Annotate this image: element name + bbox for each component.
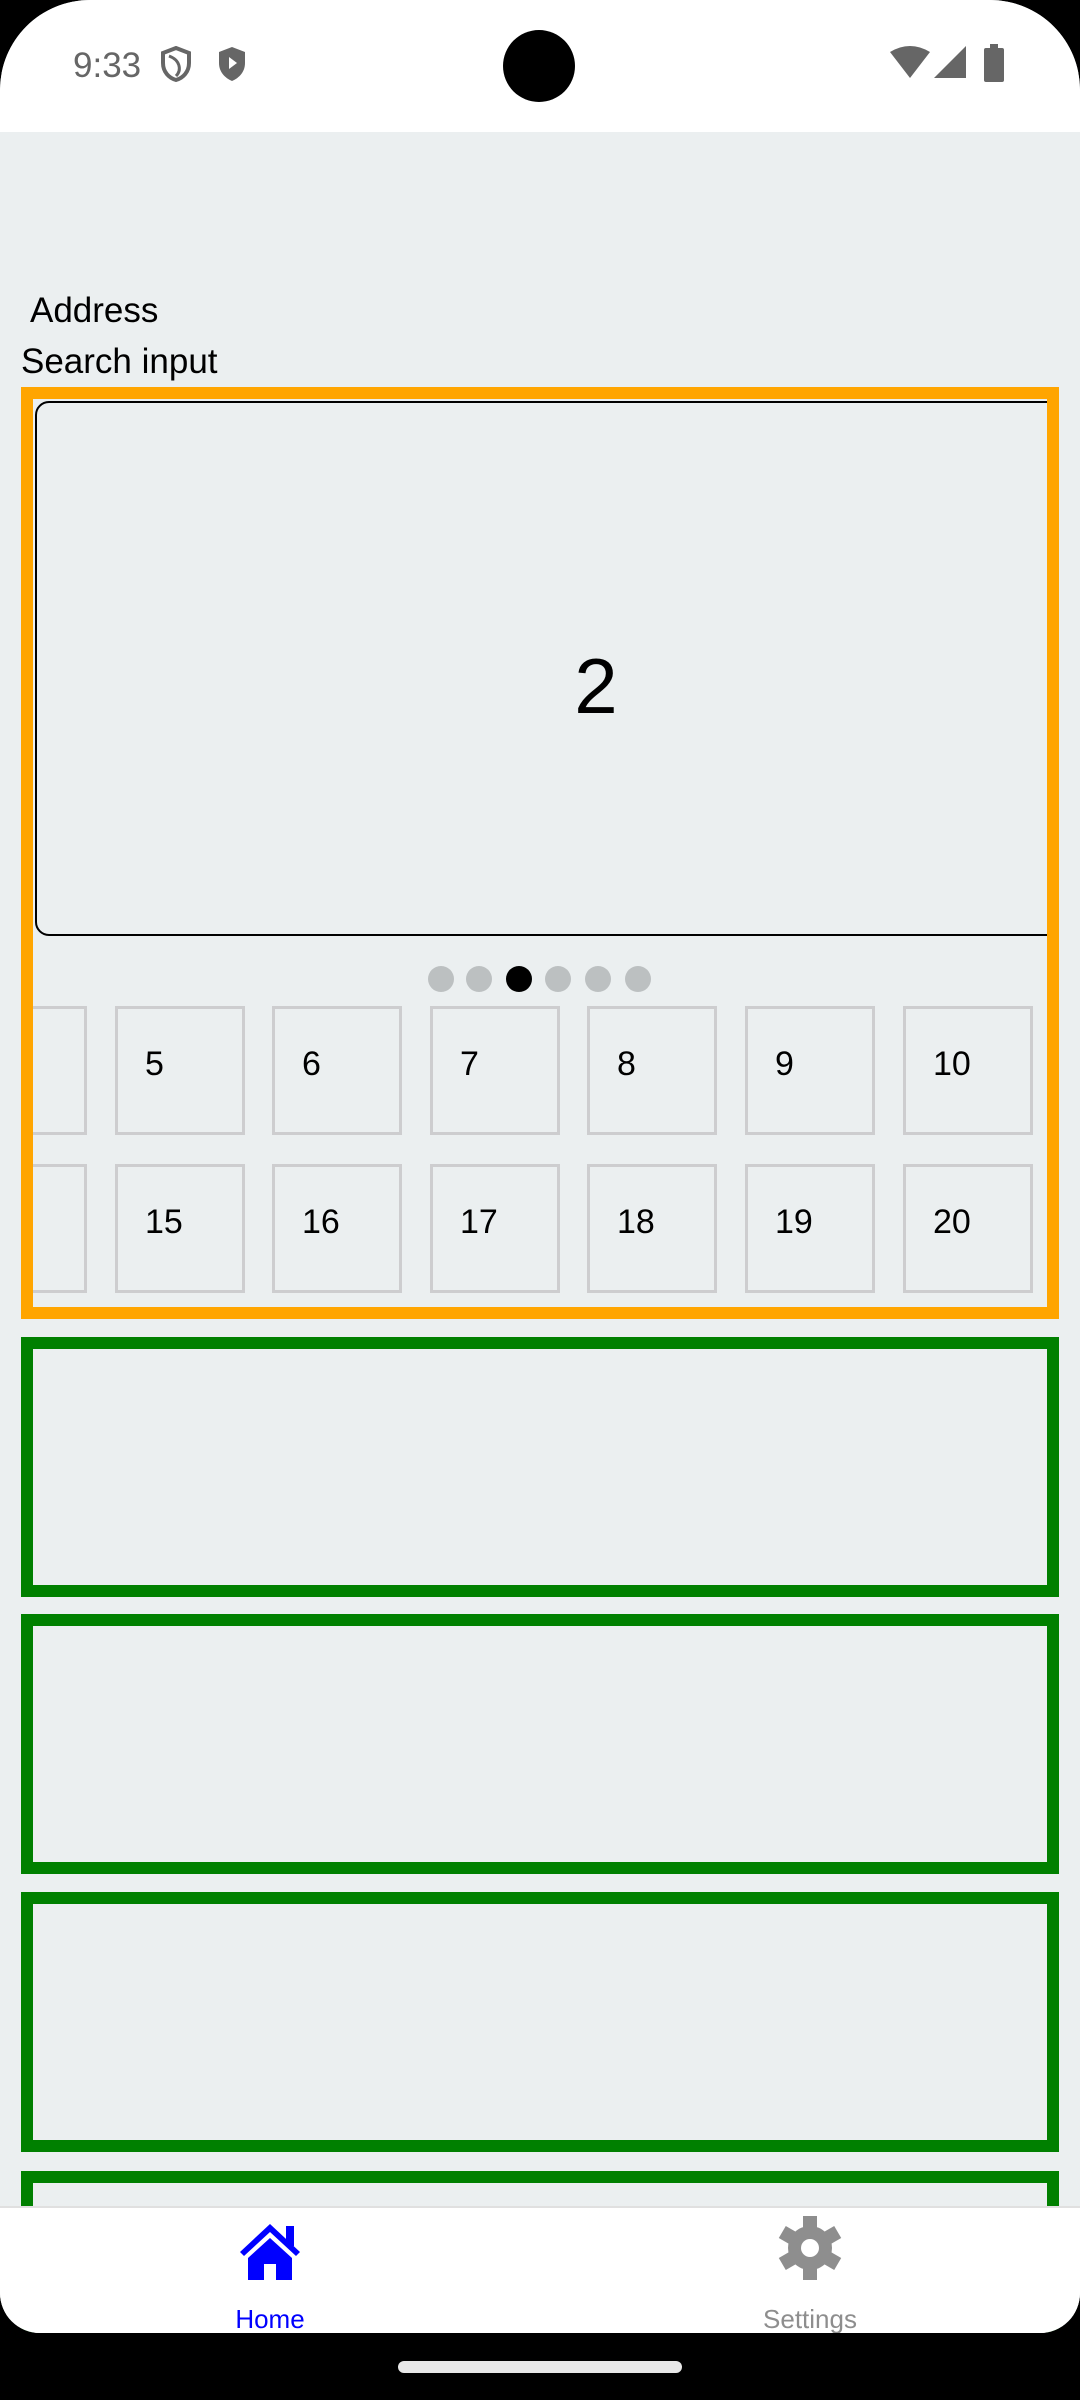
grid-cell[interactable]: 9 bbox=[745, 1006, 875, 1135]
grid-cell-label: 15 bbox=[145, 1203, 183, 1241]
signal-icon bbox=[934, 46, 966, 78]
search-input-label: Search input bbox=[21, 342, 218, 381]
nav-item-settings[interactable]: Settings bbox=[540, 2208, 1080, 2333]
grid-cell[interactable]: 16 bbox=[272, 1164, 402, 1293]
wifi-icon bbox=[890, 46, 930, 78]
carousel-page-number: 2 bbox=[574, 642, 618, 730]
nav-label-home: Home bbox=[235, 2304, 305, 2333]
app-screen: 9:33 Address Search input 2 5 6 7 8 9 10… bbox=[0, 0, 1080, 2333]
grid-cell-label: 16 bbox=[302, 1203, 340, 1241]
address-label: Address bbox=[30, 291, 159, 330]
grid-cell-partial[interactable] bbox=[33, 1164, 87, 1293]
grid-cell-label: 5 bbox=[145, 1045, 164, 1083]
gesture-handle[interactable] bbox=[398, 2361, 682, 2373]
carousel-dot-6[interactable] bbox=[625, 966, 651, 992]
list-item-box[interactable] bbox=[21, 1892, 1059, 2152]
carousel-dot-2[interactable] bbox=[466, 966, 492, 992]
carousel-card[interactable]: 2 bbox=[35, 401, 1047, 936]
status-time: 9:33 bbox=[73, 46, 142, 85]
nav-label-settings: Settings bbox=[763, 2304, 857, 2333]
play-protect-icon bbox=[219, 47, 245, 81]
gear-icon bbox=[778, 2216, 842, 2280]
grid-cell-label: 10 bbox=[933, 1045, 971, 1083]
grid-cell-label: 17 bbox=[460, 1203, 498, 1241]
carousel-dot-3-active[interactable] bbox=[506, 966, 532, 992]
status-bar: 9:33 bbox=[0, 0, 1080, 132]
grid-cell[interactable]: 17 bbox=[430, 1164, 560, 1293]
camera-cutout bbox=[503, 30, 575, 102]
grid-cell-partial[interactable] bbox=[33, 1006, 87, 1135]
grid-cell-label: 18 bbox=[617, 1203, 655, 1241]
nav-item-home[interactable]: Home bbox=[0, 2208, 540, 2333]
grid-cell[interactable]: 6 bbox=[272, 1006, 402, 1135]
list-item-box[interactable] bbox=[21, 1337, 1059, 1597]
grid-cell[interactable]: 15 bbox=[115, 1164, 245, 1293]
list-item-box[interactable] bbox=[21, 1614, 1059, 1874]
grid-cell[interactable]: 20 bbox=[903, 1164, 1033, 1293]
grid-cell-label: 7 bbox=[460, 1045, 479, 1083]
grid-cell-label: 20 bbox=[933, 1203, 971, 1241]
grid-cell[interactable]: 8 bbox=[587, 1006, 717, 1135]
grid-cell-label: 6 bbox=[302, 1045, 321, 1083]
carousel-dot-4[interactable] bbox=[545, 966, 571, 992]
battery-icon bbox=[984, 44, 1004, 82]
grid-cell[interactable]: 19 bbox=[745, 1164, 875, 1293]
vpn-shield-icon bbox=[161, 46, 191, 82]
carousel-dot-1[interactable] bbox=[428, 966, 454, 992]
home-icon bbox=[240, 2224, 300, 2280]
bottom-navigation: Home Settings bbox=[0, 2206, 1080, 2333]
search-section-content: 2 5 6 7 8 9 10 15 16 17 18 19 20 bbox=[33, 399, 1047, 1307]
grid-cell[interactable]: 10 bbox=[903, 1006, 1033, 1135]
grid-cell[interactable]: 7 bbox=[430, 1006, 560, 1135]
grid-cell[interactable]: 5 bbox=[115, 1006, 245, 1135]
carousel-dot-5[interactable] bbox=[585, 966, 611, 992]
grid-cell-label: 9 bbox=[775, 1045, 794, 1083]
grid-cell[interactable]: 18 bbox=[587, 1164, 717, 1293]
grid-cell-label: 8 bbox=[617, 1045, 636, 1083]
grid-cell-label: 19 bbox=[775, 1203, 813, 1241]
